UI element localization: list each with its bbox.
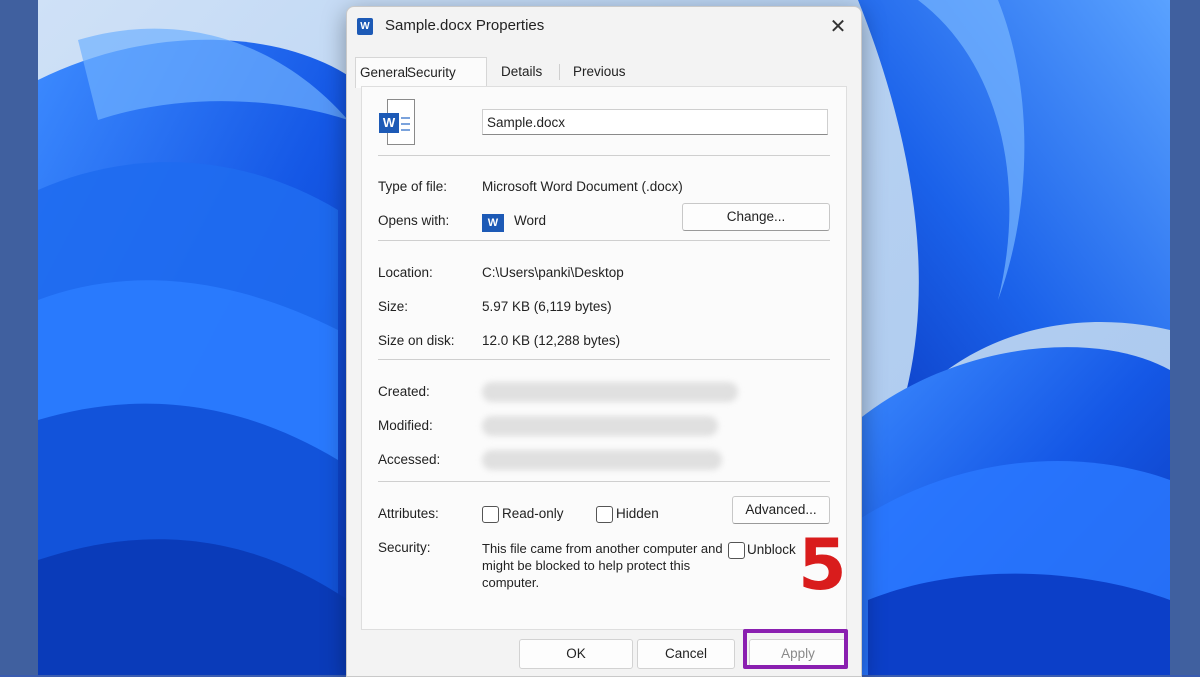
modified-label: Modified:	[378, 418, 433, 433]
word-document-icon: W	[379, 99, 415, 145]
size-label: Size:	[378, 299, 409, 314]
apply-highlight-box	[743, 629, 848, 669]
file-name-input[interactable]: Sample.docx	[482, 109, 828, 135]
size-on-disk-label: Size on disk:	[378, 333, 455, 348]
accessed-label: Accessed:	[378, 452, 441, 467]
opens-with-label: Opens with:	[378, 213, 450, 228]
tab-details[interactable]: Details	[501, 57, 542, 87]
title-bar: W Sample.docx Properties ✕	[347, 7, 861, 47]
divider	[378, 155, 830, 156]
document-line	[401, 123, 410, 125]
properties-dialog: W Sample.docx Properties ✕ GeneralSecuri…	[346, 6, 862, 677]
unblock-checkbox[interactable]	[728, 542, 745, 559]
word-badge-icon: W	[379, 113, 399, 133]
close-button[interactable]: ✕	[815, 7, 861, 45]
tab-general-security[interactable]: GeneralSecurity	[355, 57, 487, 88]
size-value: 5.97 KB (6,119 bytes)	[482, 299, 612, 314]
hidden-label: Hidden	[616, 506, 659, 521]
security-label: Security:	[378, 540, 431, 555]
document-line	[401, 117, 410, 119]
word-app-icon: W	[357, 18, 373, 35]
attributes-label: Attributes:	[378, 506, 439, 521]
change-button[interactable]: Change...	[682, 203, 830, 231]
readonly-checkbox[interactable]	[482, 506, 499, 523]
accessed-value-redacted	[482, 450, 722, 470]
cancel-button[interactable]: Cancel	[637, 639, 735, 669]
word-app-small-icon: W	[482, 214, 504, 232]
location-value: C:\Users\panki\Desktop	[482, 265, 624, 280]
security-message: This file came from another computer and…	[482, 541, 723, 590]
dialog-title: Sample.docx Properties	[385, 17, 545, 34]
document-line	[401, 129, 410, 131]
general-panel: W Sample.docx Type of file: Microsoft Wo…	[361, 86, 847, 630]
tab-separator	[559, 64, 560, 80]
tab-general[interactable]: General	[360, 65, 408, 80]
unblock-label: Unblock	[747, 542, 796, 557]
opens-with-app: Word	[514, 213, 547, 228]
location-label: Location:	[378, 265, 433, 280]
divider	[378, 481, 830, 482]
tab-previous-versions[interactable]: Previous Versions	[573, 57, 626, 109]
created-label: Created:	[378, 384, 430, 399]
tab-security[interactable]: Security	[407, 65, 456, 80]
modified-value-redacted	[482, 416, 718, 436]
advanced-button[interactable]: Advanced...	[732, 496, 830, 524]
ok-button[interactable]: OK	[519, 639, 633, 669]
type-value: Microsoft Word Document (.docx)	[482, 179, 683, 194]
step-number-annotation: 5	[798, 524, 847, 606]
hidden-checkbox[interactable]	[596, 506, 613, 523]
size-on-disk-value: 12.0 KB (12,288 bytes)	[482, 333, 621, 348]
created-value-redacted	[482, 382, 738, 402]
divider	[378, 359, 830, 360]
readonly-label: Read-only	[502, 506, 564, 521]
type-label: Type of file:	[378, 179, 448, 194]
divider	[378, 240, 830, 241]
